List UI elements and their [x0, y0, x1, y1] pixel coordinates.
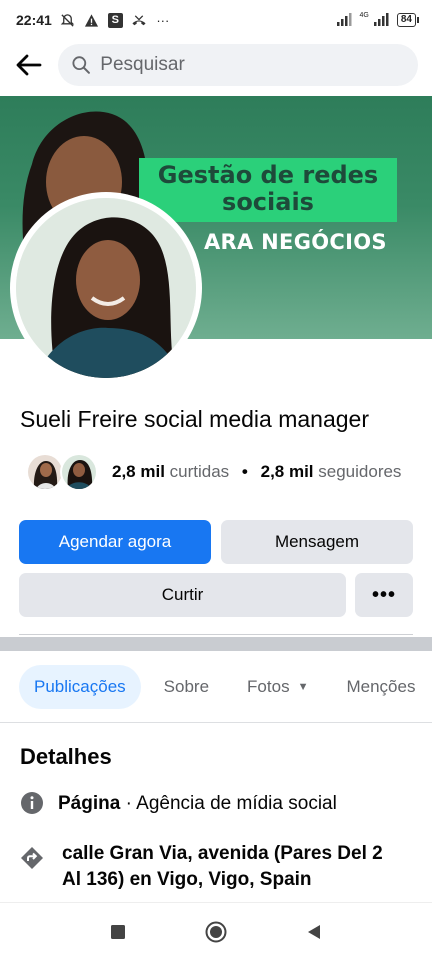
triangle-back-icon [308, 924, 320, 939]
tab-publicacoes[interactable]: Publicações [19, 665, 141, 709]
category-separator: · [120, 793, 137, 814]
search-icon [72, 56, 90, 74]
tab-sobre[interactable]: Sobre [149, 665, 224, 709]
category-text: Página · Agência de mídia social [58, 791, 337, 817]
divider [19, 634, 413, 635]
signal-icon [336, 12, 354, 29]
directions-icon [20, 846, 44, 870]
status-right: 4G 84 [336, 11, 420, 29]
stats-row[interactable]: 2,8 mil curtidas • 2,8 mil seguidores [26, 452, 401, 492]
cover-subtitle: ARA NEGÓCIOS [204, 230, 387, 254]
status-left: 22:41 S ··· [16, 12, 171, 28]
recents-button[interactable] [105, 919, 131, 945]
avatar [26, 453, 64, 491]
likes-label: curtidas [169, 462, 230, 481]
like-button[interactable]: Curtir [19, 573, 346, 617]
page-title: Sueli Freire social media manager [20, 406, 369, 432]
status-bar: 22:41 S ··· 4G 84 [0, 0, 432, 40]
section-divider [0, 637, 432, 651]
top-bar [0, 40, 432, 90]
profile-tabs: Publicações Sobre Fotos ▼ Menções [19, 664, 430, 710]
home-button[interactable] [203, 919, 229, 945]
category-label: Página [58, 793, 121, 814]
status-time: 22:41 [16, 12, 52, 28]
tab-fotos-label: Fotos [247, 677, 290, 696]
network-type: 4G [359, 11, 369, 19]
search-input[interactable] [100, 54, 404, 76]
category-value: Agência de mídia social [136, 793, 337, 814]
schedule-button[interactable]: Agendar agora [19, 520, 211, 564]
info-icon [20, 791, 44, 815]
followers-label: seguidores [318, 462, 402, 481]
square-icon [111, 924, 125, 939]
message-button[interactable]: Mensagem [221, 520, 413, 564]
warning-icon [84, 12, 100, 28]
avatar-image [16, 198, 196, 378]
details-heading: Detalhes [20, 744, 112, 769]
avatar [60, 453, 98, 491]
system-nav-bar [0, 902, 432, 960]
more-options-button[interactable]: ••• [355, 573, 413, 617]
likes-count: 2,8 mil [112, 462, 165, 481]
tab-fotos[interactable]: Fotos ▼ [232, 665, 323, 709]
missed-call-icon [131, 12, 147, 28]
tabs-divider [0, 722, 432, 723]
search-box[interactable] [58, 44, 418, 86]
s-app-icon: S [107, 12, 123, 28]
mute-bell-icon [60, 12, 76, 28]
tab-mencoes[interactable]: Menções [331, 665, 430, 709]
friend-avatars [26, 453, 98, 491]
back-nav-button[interactable] [301, 919, 327, 945]
detail-address[interactable]: calle Gran Via, avenida (Pares Del 2 Al … [20, 841, 402, 893]
back-arrow-icon [16, 54, 42, 76]
stats-separator: • [241, 462, 248, 481]
profile-avatar[interactable] [10, 192, 202, 384]
address-text: calle Gran Via, avenida (Pares Del 2 Al … [62, 843, 383, 890]
battery-icon: 84 [396, 13, 420, 27]
circle-icon [205, 921, 227, 942]
more-dots-icon: ··· [156, 12, 170, 28]
followers-count: 2,8 mil [260, 462, 314, 481]
chevron-down-icon: ▼ [297, 681, 309, 693]
back-button[interactable] [14, 50, 44, 80]
signal-icon-2 [373, 12, 391, 29]
cover-title: Gestão de redes sociais [157, 161, 379, 216]
stats-text: 2,8 mil curtidas • 2,8 mil seguidores [112, 462, 401, 482]
detail-category: Página · Agência de mídia social [20, 791, 337, 817]
